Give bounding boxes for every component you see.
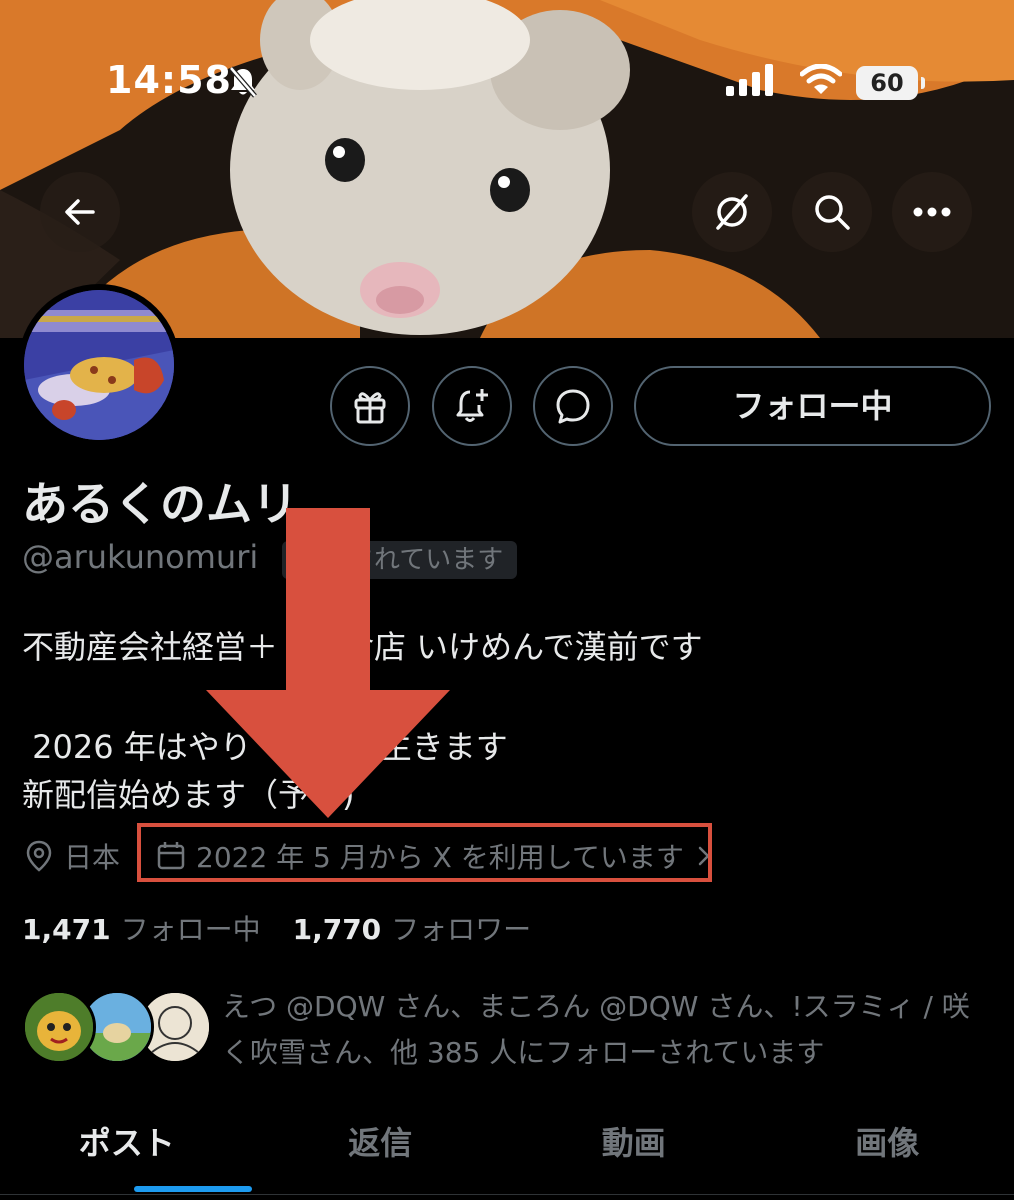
location: 日本 (24, 836, 120, 876)
display-name: あるくのムリ (22, 477, 298, 531)
tab-images[interactable]: 画像 (761, 1100, 1014, 1200)
more-button[interactable] (892, 172, 972, 252)
bio-line: 新配信始めます（予 ) (22, 776, 355, 814)
bell-slash-icon (229, 66, 257, 98)
following-count-link[interactable]: 1,471 フォロー中 (22, 908, 261, 948)
notification-button[interactable] (432, 366, 512, 446)
cellular-signal-icon (726, 64, 773, 96)
followers-label: フォロワー (391, 913, 532, 946)
profile-avatar[interactable] (18, 284, 180, 446)
avatar-image (24, 290, 174, 440)
back-button[interactable] (40, 172, 120, 252)
bio-line: 不動産会社経営＋ 飲食店 いけめんで漢前です (22, 628, 703, 666)
annotation-highlight-box (137, 823, 712, 882)
gift-icon (354, 392, 386, 424)
tab-replies[interactable]: 返信 (254, 1100, 508, 1200)
battery-icon: 60 (856, 66, 925, 100)
followed-by-avatars[interactable] (22, 990, 212, 1064)
tab-videos[interactable]: 動画 (507, 1100, 761, 1200)
tab-divider (0, 1194, 1014, 1195)
follow-counts: 1,471 フォロー中 1,770 フォロワー (22, 908, 531, 948)
wifi-icon (800, 64, 842, 94)
grok-button[interactable] (692, 172, 772, 252)
gift-button[interactable] (330, 366, 410, 446)
following-button[interactable]: フォロー中 (634, 366, 991, 446)
grok-icon (716, 194, 748, 230)
active-tab-indicator (134, 1186, 252, 1192)
search-icon (815, 195, 850, 230)
profile-banner[interactable] (0, 0, 1014, 338)
banner-ferret-photo (0, 0, 1014, 338)
tab-posts[interactable]: ポスト (0, 1100, 254, 1200)
following-label: フォロー中 (120, 913, 261, 946)
followers-count-link[interactable]: 1,770 フォロワー (293, 908, 532, 948)
location-text: 日本 (64, 841, 121, 874)
status-time: 14:58 (106, 58, 232, 102)
followers-count: 1,770 (292, 913, 382, 946)
more-icon (913, 207, 951, 217)
profile-tabs: ポスト 返信 動画 画像 (0, 1100, 1014, 1200)
back-arrow-icon (65, 199, 95, 225)
bio-line: 2026 年はやり に生きます (22, 728, 508, 766)
message-button[interactable] (533, 366, 613, 446)
message-icon (556, 389, 590, 424)
search-button[interactable] (792, 172, 872, 252)
following-count: 1,471 (22, 913, 111, 946)
location-pin-icon (26, 840, 52, 872)
followed-by-text[interactable]: えつ @DQW さん、まころん @DQW さん、!スラミィ / 咲く吹雪さん、他… (222, 984, 992, 1076)
follower-avatar (22, 990, 96, 1064)
follows-you-badge: ローされています (282, 541, 518, 579)
handle: @arukunomuri (22, 538, 259, 576)
notification-add-icon (456, 389, 488, 422)
